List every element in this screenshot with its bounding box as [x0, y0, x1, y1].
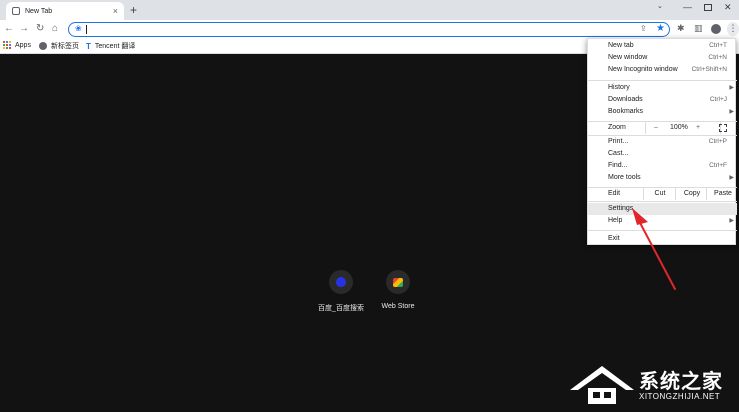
- menu-item-new-window[interactable]: New window Ctrl+N: [588, 52, 737, 64]
- bookmark-label: Apps: [15, 41, 31, 49]
- reload-icon[interactable]: ↻: [36, 23, 44, 35]
- shortcut-icon: [329, 270, 353, 294]
- menu-item-more-tools[interactable]: More tools ▶: [588, 172, 737, 184]
- close-icon[interactable]: ×: [113, 6, 118, 16]
- chevron-down-icon[interactable]: ⌄: [657, 2, 663, 12]
- back-icon[interactable]: ←: [4, 23, 14, 35]
- menu-item-new-tab[interactable]: New tab Ctrl+T: [588, 40, 737, 52]
- new-tab-button[interactable]: +: [130, 3, 137, 17]
- page-icon: [12, 7, 20, 15]
- share-icon[interactable]: ⇪: [640, 24, 647, 33]
- watermark-en: XITONGZHIJIA.NET: [639, 392, 721, 401]
- forward-icon[interactable]: →: [19, 23, 29, 35]
- baidu-paw-icon: [336, 277, 346, 287]
- menu-kebab-icon[interactable]: ⋮: [727, 22, 739, 36]
- bookmark-label: 新标签页: [51, 43, 79, 50]
- tab-strip: New Tab × + ⌄ — ✕: [0, 0, 739, 20]
- zoom-level: 100%: [670, 124, 688, 131]
- menu-item-print[interactable]: Print... Ctrl+P: [588, 136, 737, 148]
- shortcut-web-store[interactable]: Web Store: [368, 270, 428, 310]
- tab-title: New Tab: [25, 7, 53, 15]
- zoom-in-button[interactable]: +: [696, 122, 700, 134]
- zoom-controls: – 100% +: [645, 122, 721, 134]
- avatar[interactable]: [711, 24, 721, 34]
- shortcut-baidu[interactable]: 百度_百度搜索: [311, 270, 371, 313]
- toolbar: ← → ↻ ⌂ ❀ ⇪ ★ ✱ ▥ ⋮: [0, 20, 739, 38]
- menu-item-zoom: Zoom – 100% +: [588, 122, 737, 134]
- side-panel-icon[interactable]: ▥: [694, 23, 703, 34]
- house-logo-icon: [570, 366, 634, 404]
- submenu-arrow-icon: ▶: [729, 175, 734, 181]
- minimize-icon[interactable]: —: [683, 2, 692, 12]
- bookmark-label: Tencent 翻译: [94, 43, 136, 50]
- cut-button[interactable]: Cut: [643, 188, 676, 200]
- submenu-arrow-icon: ▶: [729, 218, 734, 224]
- menu-separator: [588, 201, 737, 202]
- submenu-arrow-icon: ▶: [729, 85, 734, 91]
- tab-new-tab[interactable]: New Tab ×: [6, 2, 124, 20]
- menu-item-find[interactable]: Find... Ctrl+F: [588, 160, 737, 172]
- shortcut-label: Web Store: [381, 303, 415, 310]
- tencent-translate-icon: T: [86, 41, 91, 51]
- annotation-arrow-icon: [632, 208, 676, 290]
- text-caret: [86, 25, 87, 34]
- window-close-icon[interactable]: ✕: [724, 2, 732, 12]
- menu-item-downloads[interactable]: Downloads Ctrl+J: [588, 94, 737, 106]
- menu-item-bookmarks[interactable]: Bookmarks ▶: [588, 106, 737, 118]
- bookmark-newtab[interactable]: 新标签页: [39, 41, 79, 51]
- shortcut-icon: [386, 270, 410, 294]
- bookmark-star-icon[interactable]: ★: [656, 23, 665, 34]
- globe-icon: [39, 42, 47, 50]
- home-icon[interactable]: ⌂: [52, 23, 58, 35]
- copy-button[interactable]: Copy: [675, 188, 708, 200]
- shortcut-label: 百度_百度搜索: [318, 305, 364, 312]
- zoom-out-button[interactable]: –: [654, 122, 658, 134]
- web-store-icon: [393, 277, 403, 287]
- bookmark-apps[interactable]: Apps: [3, 41, 31, 49]
- menu-item-cast[interactable]: Cast...: [588, 148, 737, 160]
- menu-separator: [588, 80, 737, 81]
- watermark-cn: 系统之家: [639, 371, 723, 393]
- fullscreen-icon[interactable]: [719, 124, 727, 132]
- bookmark-tencent[interactable]: T Tencent 翻译: [86, 41, 135, 51]
- menu-item-edit: Edit Cut Copy Paste: [588, 188, 737, 200]
- menu-item-history[interactable]: History ▶: [588, 82, 737, 94]
- paste-button[interactable]: Paste: [706, 188, 739, 200]
- menu-item-new-incognito[interactable]: New Incognito window Ctrl+Shift+N: [588, 64, 737, 76]
- watermark: 系统之家 XITONGZHIJIA.NET: [566, 360, 736, 408]
- apps-grid-icon: [3, 41, 11, 49]
- submenu-arrow-icon: ▶: [729, 109, 734, 115]
- baidu-search-icon: ❀: [75, 24, 82, 33]
- maximize-icon[interactable]: [704, 4, 712, 11]
- extensions-icon[interactable]: ✱: [677, 23, 685, 34]
- address-bar[interactable]: ❀ ⇪ ★: [68, 22, 670, 37]
